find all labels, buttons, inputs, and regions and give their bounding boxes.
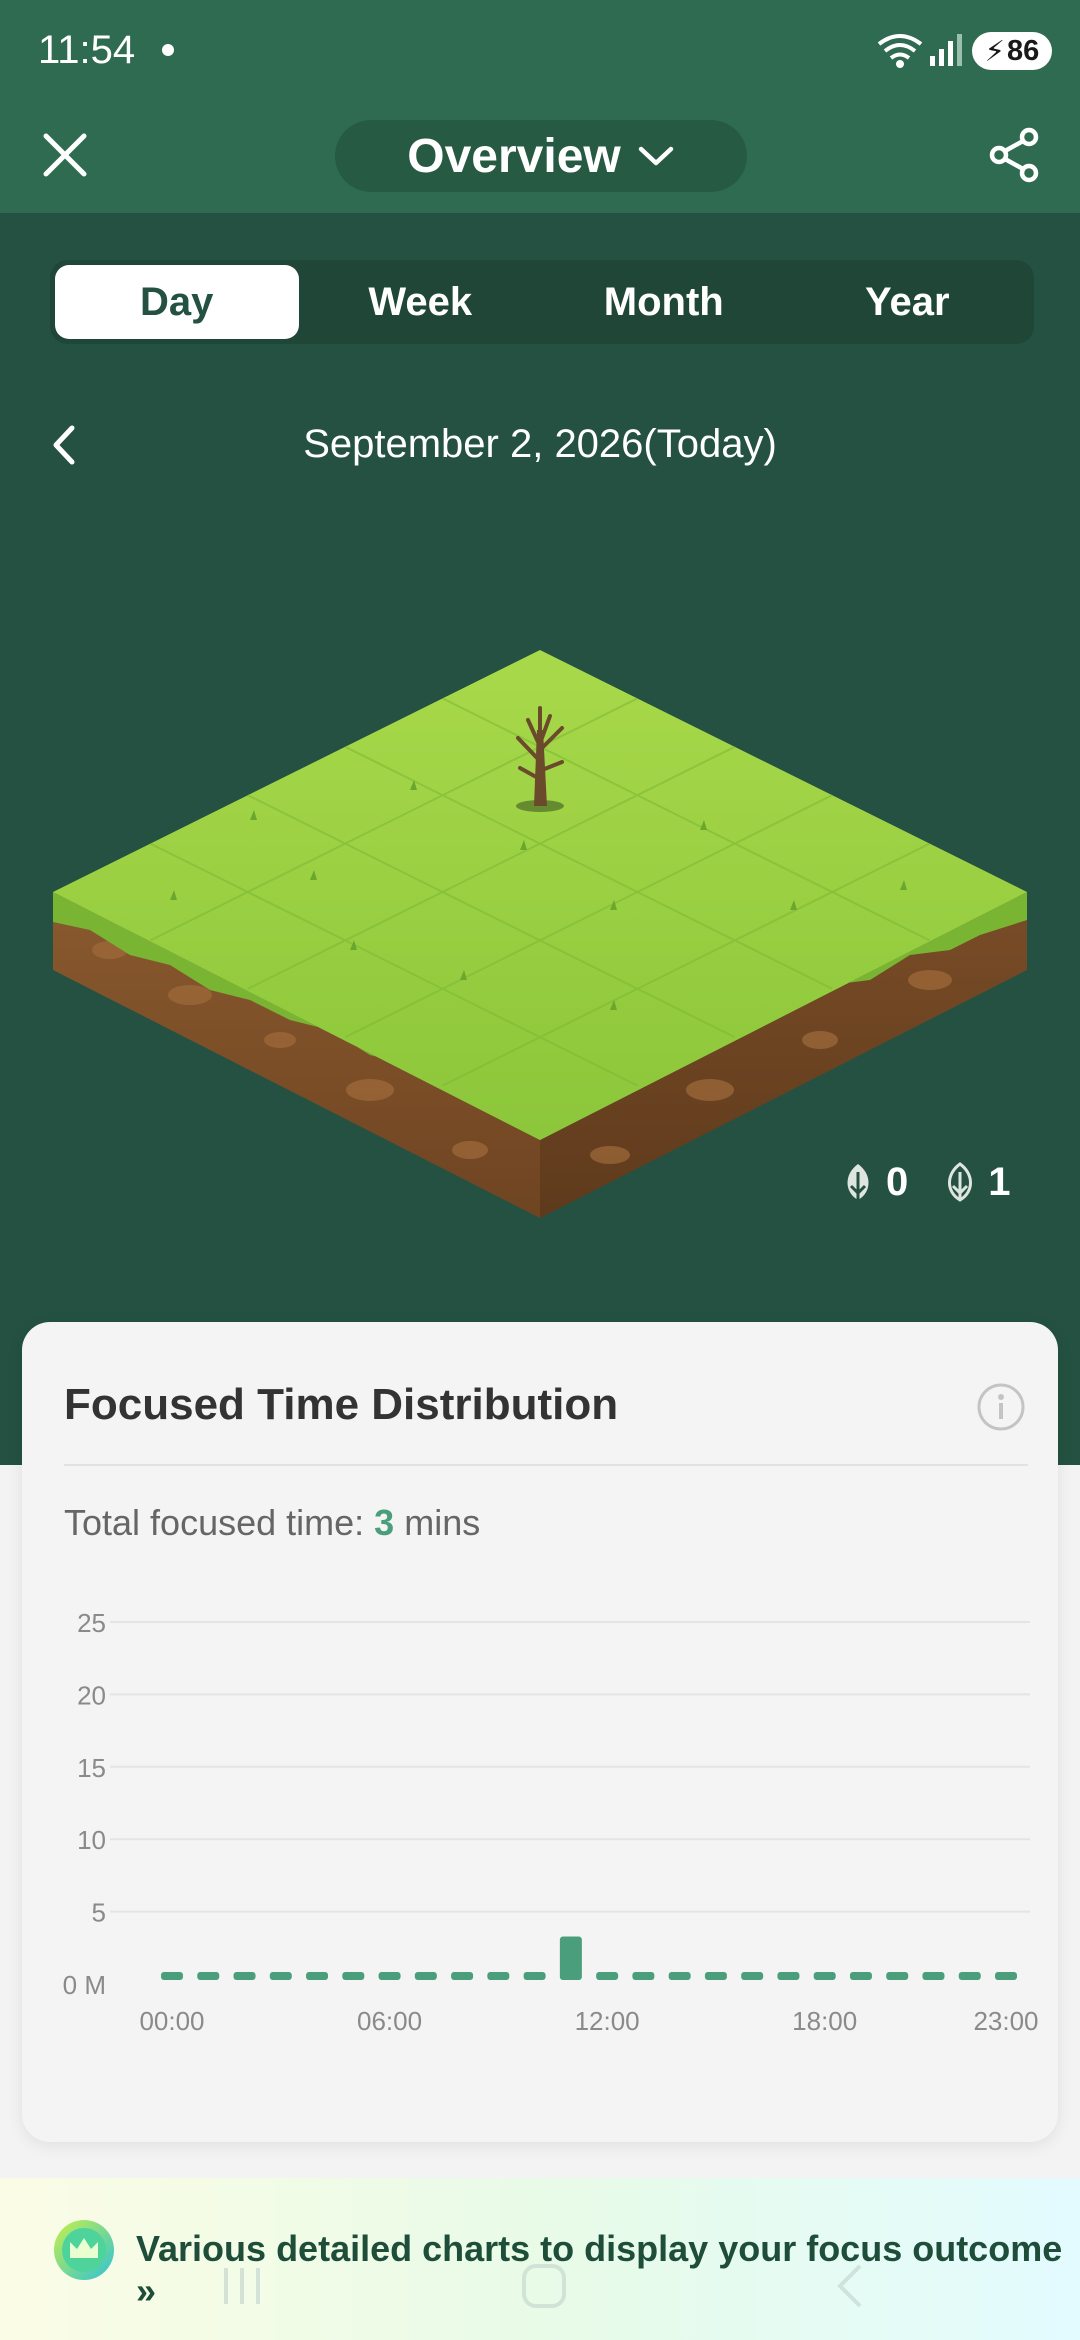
bar-11:00 [559,1936,582,1980]
withered-count-value: 0 [886,1160,909,1204]
focus-bar-chart: 25 20 15 10 5 0 M 00:00 06:00 12:00 18:00 23:00 [63,1608,1039,2036]
battery-indicator: ⚡ 86 [972,32,1052,70]
y-tick-label: 10 [77,1825,106,1855]
y-tick-label: 25 [77,1608,106,1638]
bar-23:00 [995,1972,1017,1980]
charging-icon: ⚡ [984,35,1006,68]
wifi-icon [877,34,923,68]
total-focused-time: Total focused time: 3 mins [64,1502,480,1544]
bar-14:00 [668,1972,691,1980]
x-tick-label: 18:00 [792,2006,857,2036]
tab-week[interactable]: Week [299,265,543,339]
bar-20:00 [886,1972,909,1980]
total-value: 3 [374,1502,395,1543]
total-unit: mins [404,1502,481,1543]
focused-time-card: Focused Time Distribution Total focused … [22,1322,1058,2142]
card-title: Focused Time Distribution [64,1380,619,1429]
chevron-down-icon [638,146,673,166]
bar-06:00 [378,1972,401,1980]
x-tick-label: 00:00 [139,2006,204,2036]
info-icon[interactable] [976,1382,1026,1432]
status-bar: 11:54 ⚡ 86 [0,0,1080,100]
bar-07:00 [414,1972,437,1980]
battery-level: 86 [1007,34,1040,67]
close-icon[interactable] [38,128,92,182]
bar-05:00 [342,1972,365,1980]
notification-dot [162,44,174,56]
bar-08:00 [451,1972,474,1980]
tab-year[interactable]: Year [786,265,1030,339]
bar-03:00 [269,1972,292,1980]
healthy-count-value: 1 [988,1160,1011,1204]
top-header: 11:54 ⚡ 86 Overview [0,0,1080,213]
bar-04:00 [306,1972,329,1980]
bar-21:00 [922,1972,945,1980]
forest-land [53,650,1027,1218]
overview-dropdown[interactable]: Overview [335,120,747,192]
period-tabs: Day Week Month Year [50,260,1034,344]
bar-15:00 [704,1972,727,1980]
tree-counts: 0 1 [840,1160,1011,1205]
healthy-count: 1 [942,1160,1011,1205]
tab-month[interactable]: Month [542,265,786,339]
x-tick-label: 06:00 [357,2006,422,2036]
signal-icon [930,34,962,66]
bar-16:00 [741,1972,764,1980]
bar-19:00 [849,1972,872,1980]
withered-leaf-icon [847,1163,869,1200]
promo-text: Various detailed charts to display your … [136,2228,1063,2311]
bar-22:00 [958,1972,981,1980]
y-tick-label: 5 [92,1898,106,1928]
bar-12:00 [596,1972,619,1980]
x-tick-label: 23:00 [973,2006,1038,2036]
total-label: Total focused time: [64,1502,365,1543]
y-tick-label: 20 [77,1680,106,1710]
tab-day[interactable]: Day [55,265,299,339]
share-icon[interactable] [985,125,1045,185]
healthy-leaf-icon [948,1161,973,1202]
date-navigator: September 2, 2026(Today) [0,410,1080,480]
y-tick-label: 0 M [63,1970,106,2000]
bar-10:00 [523,1972,546,1980]
premium-banner[interactable]: Various detailed charts to display your … [0,2178,1080,2340]
divider [64,1464,1028,1466]
bar-01:00 [197,1972,220,1980]
bar-00:00 [161,1972,183,1980]
status-time: 11:54 [38,28,136,72]
withered-count: 0 [840,1160,908,1205]
date-label: September 2, 2026(Today) [303,422,777,466]
bar-13:00 [632,1972,655,1980]
bar-02:00 [233,1972,256,1980]
bar-09:00 [487,1972,510,1980]
crown-icon [54,2220,114,2280]
overview-title: Overview [407,129,621,183]
bar-17:00 [777,1972,800,1980]
bar-18:00 [813,1972,836,1980]
x-tick-label: 12:00 [575,2006,640,2036]
y-tick-label: 15 [77,1753,106,1783]
